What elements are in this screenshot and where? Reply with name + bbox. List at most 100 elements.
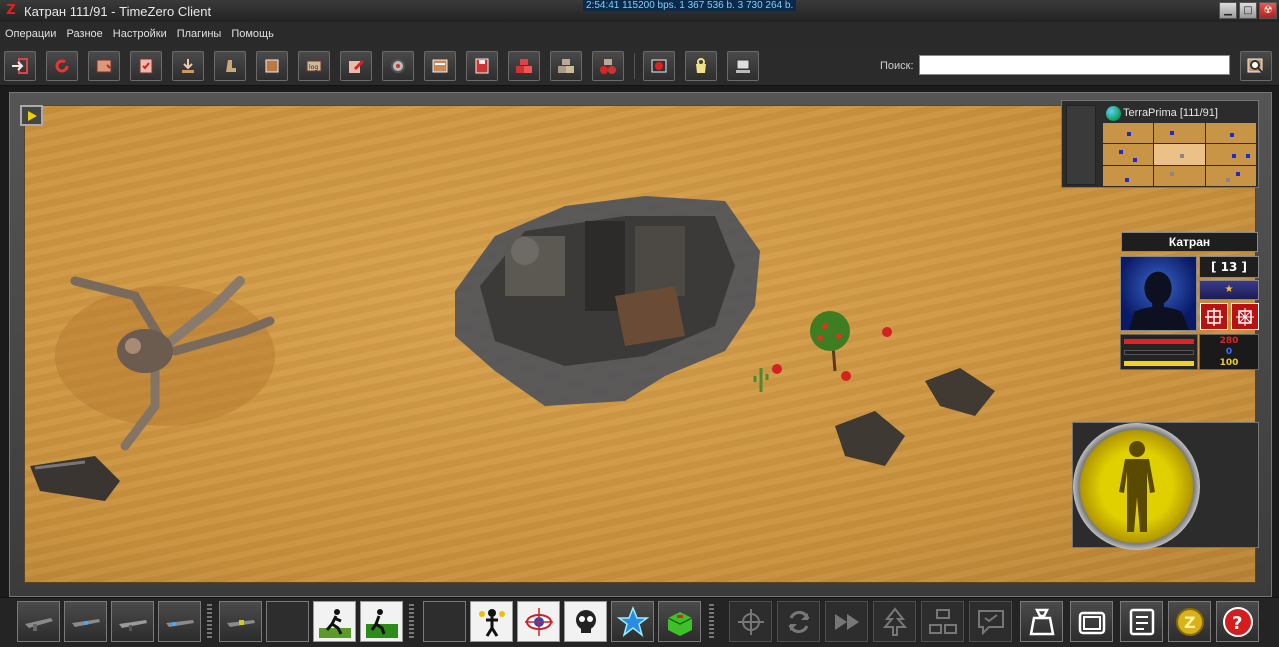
folder-icon[interactable] [1070, 601, 1113, 642]
window-icon[interactable] [424, 51, 456, 81]
minimap-cell[interactable] [1205, 144, 1256, 165]
run-escape-icon[interactable] [360, 601, 403, 642]
search-icon[interactable] [1240, 51, 1272, 81]
robot-wreck[interactable] [55, 276, 275, 451]
coin-icon[interactable]: Z [1168, 601, 1211, 642]
star-shield-icon[interactable] [611, 601, 654, 642]
menu-misc[interactable]: Разное [61, 28, 107, 40]
map-icon[interactable] [88, 51, 120, 81]
app-window: Z Катран 111/91 - TimeZero Client 2:54:4… [0, 0, 1279, 647]
notes-icon[interactable] [130, 51, 162, 81]
download-icon[interactable] [172, 51, 204, 81]
weapon-slot-2[interactable] [64, 601, 107, 642]
minimap-cell[interactable] [1205, 165, 1256, 186]
minimap-cell[interactable] [1103, 144, 1154, 165]
minimap-cell[interactable] [1103, 123, 1154, 144]
power-bar [1124, 361, 1194, 366]
weapon-slot-1[interactable] [17, 601, 60, 642]
attack-man-icon[interactable] [470, 601, 513, 642]
search-label: Поиск: [880, 60, 914, 72]
maximize-button[interactable]: □ [1239, 2, 1257, 19]
svg-text:log: log [309, 64, 318, 71]
level-value: 13 [1220, 260, 1238, 274]
run-icon[interactable] [313, 601, 356, 642]
toolbar-separator [634, 53, 635, 79]
record-icon[interactable] [643, 51, 675, 81]
slot-grip[interactable] [207, 604, 212, 638]
bag-icon[interactable] [685, 51, 717, 81]
tree-icon[interactable] [873, 601, 916, 642]
window-controls: ▁ □ ☢ [1219, 2, 1277, 19]
settings-icon[interactable] [382, 51, 414, 81]
enter-icon[interactable] [4, 51, 36, 81]
tank-wreck[interactable] [30, 456, 120, 501]
weapon-slot-5[interactable] [219, 601, 262, 642]
crates-red-icon[interactable] [508, 51, 540, 81]
search-input[interactable] [919, 55, 1230, 75]
chat-icon[interactable] [969, 601, 1012, 642]
green-box-icon[interactable] [658, 601, 701, 642]
weapon-slot-3[interactable] [111, 601, 154, 642]
slot-grip[interactable] [409, 604, 414, 638]
bottom-action-bar: Z ? [0, 597, 1279, 647]
refresh-icon[interactable] [46, 51, 78, 81]
hp-value: 280 [1219, 336, 1239, 346]
wreck-small-1[interactable] [835, 411, 905, 466]
minimize-button[interactable]: ▁ [1219, 2, 1237, 19]
slot-grip[interactable] [709, 604, 714, 638]
wreck-small-2[interactable] [925, 368, 995, 416]
minimap-cell-current[interactable] [1154, 144, 1205, 165]
empty-slot[interactable] [266, 601, 309, 642]
play-icon[interactable] [20, 105, 43, 126]
minimap-cell[interactable] [1154, 123, 1205, 144]
menu-settings[interactable]: Настройки [108, 28, 172, 40]
desert-tree [810, 311, 850, 372]
menu-plugins[interactable]: Плагины [172, 28, 227, 40]
menu-help[interactable]: Помощь [226, 28, 279, 40]
minimap-title: TerraPrima [111/91] [1103, 104, 1256, 122]
toolbar: log Поиск: [0, 46, 1279, 86]
power-value: 100 [1219, 358, 1239, 368]
menu-operations[interactable]: Операции [0, 28, 61, 40]
minimap-grid[interactable] [1103, 123, 1256, 186]
aim-eye-icon[interactable] [517, 601, 560, 642]
mutant-bug-3[interactable] [882, 327, 892, 337]
save-icon[interactable] [466, 51, 498, 81]
help-icon[interactable]: ? [1216, 601, 1259, 642]
edit-icon[interactable] [340, 51, 372, 81]
box-icon[interactable] [256, 51, 288, 81]
target-icon[interactable] [1200, 303, 1228, 330]
weapon-slot-4[interactable] [158, 601, 201, 642]
minimap-cell[interactable] [1103, 165, 1154, 186]
crosshair-icon[interactable] [729, 601, 772, 642]
character-avatar[interactable] [1120, 256, 1197, 331]
body-silhouette-icon [1118, 440, 1155, 532]
crates-icon[interactable] [550, 51, 582, 81]
empty-slot[interactable] [423, 601, 466, 642]
minimap-location: TerraPrima [111/91] [1123, 107, 1218, 119]
skull-icon[interactable] [564, 601, 607, 642]
close-button[interactable]: ☢ [1259, 2, 1277, 19]
fast-forward-icon[interactable] [825, 601, 868, 642]
mutant-bug-1[interactable] [772, 364, 782, 374]
log-icon[interactable]: log [298, 51, 330, 81]
app-logo-icon: Z [6, 3, 16, 18]
target-lock-icon[interactable] [1231, 303, 1259, 330]
character-name[interactable]: Катран [1121, 232, 1258, 252]
mutant-bug-2[interactable] [841, 371, 851, 381]
cycle-icon[interactable] [777, 601, 820, 642]
bag-button[interactable] [1020, 601, 1063, 642]
minimap-side-panel [1066, 105, 1096, 185]
energy-value: 0 [1225, 347, 1233, 357]
fortress-building[interactable] [455, 196, 760, 406]
boot-icon[interactable] [214, 51, 246, 81]
group-icon[interactable] [921, 601, 964, 642]
status-bars [1120, 334, 1198, 370]
crates-mixed-icon[interactable] [592, 51, 624, 81]
minimap-cell[interactable] [1154, 165, 1205, 186]
character-body-button[interactable] [1073, 423, 1200, 550]
minimap-cell[interactable] [1205, 123, 1256, 144]
list-icon[interactable] [1120, 601, 1163, 642]
computer-icon[interactable] [727, 51, 759, 81]
traffic-stats: 2:54:41 115200 bps. 1 367 536 b. 3 730 2… [583, 0, 797, 11]
